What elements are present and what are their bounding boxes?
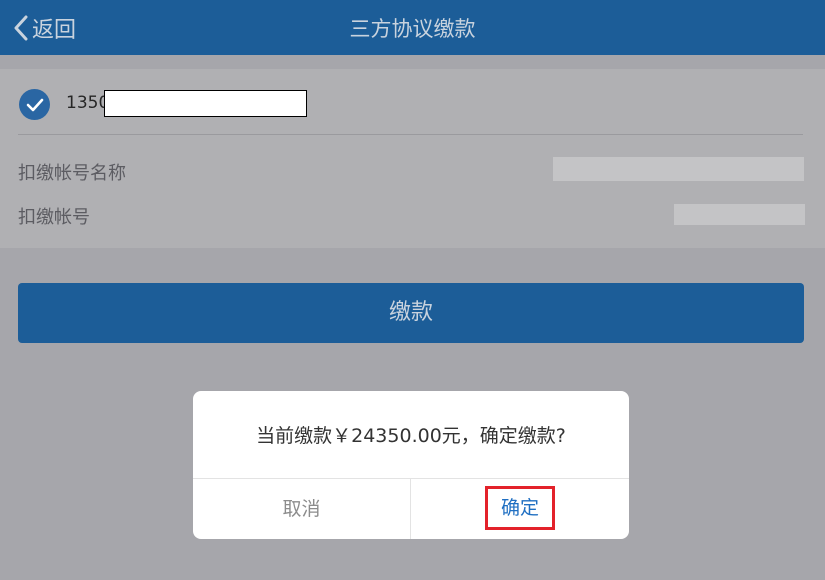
redacted-account-number-value: [674, 204, 805, 225]
page-title: 三方协议缴款: [349, 17, 476, 41]
account-card: 1350 扣缴帐号名称 扣缴帐号: [0, 69, 825, 248]
debit-account-number-label: 扣缴帐号: [18, 207, 90, 228]
cancel-button[interactable]: 取消: [193, 479, 410, 539]
confirm-dialog: 当前缴款￥24350.00元，确定缴款? 取消 确定: [193, 391, 629, 539]
divider: [18, 134, 803, 135]
checkmark-circle-icon[interactable]: [19, 89, 50, 120]
navigation-bar: 返回 三方协议缴款: [0, 0, 825, 55]
redacted-account-name-value: [553, 157, 804, 181]
redacted-phone-number: [104, 90, 307, 117]
debit-account-name-label: 扣缴帐号名称: [18, 163, 126, 184]
dialog-button-separator: [410, 478, 411, 539]
pay-button[interactable]: 缴款: [18, 283, 804, 343]
confirm-button[interactable]: 确定: [485, 486, 555, 530]
dialog-message: 当前缴款￥24350.00元，确定缴款?: [256, 425, 566, 447]
phone-number-prefix: 1350: [66, 93, 110, 113]
